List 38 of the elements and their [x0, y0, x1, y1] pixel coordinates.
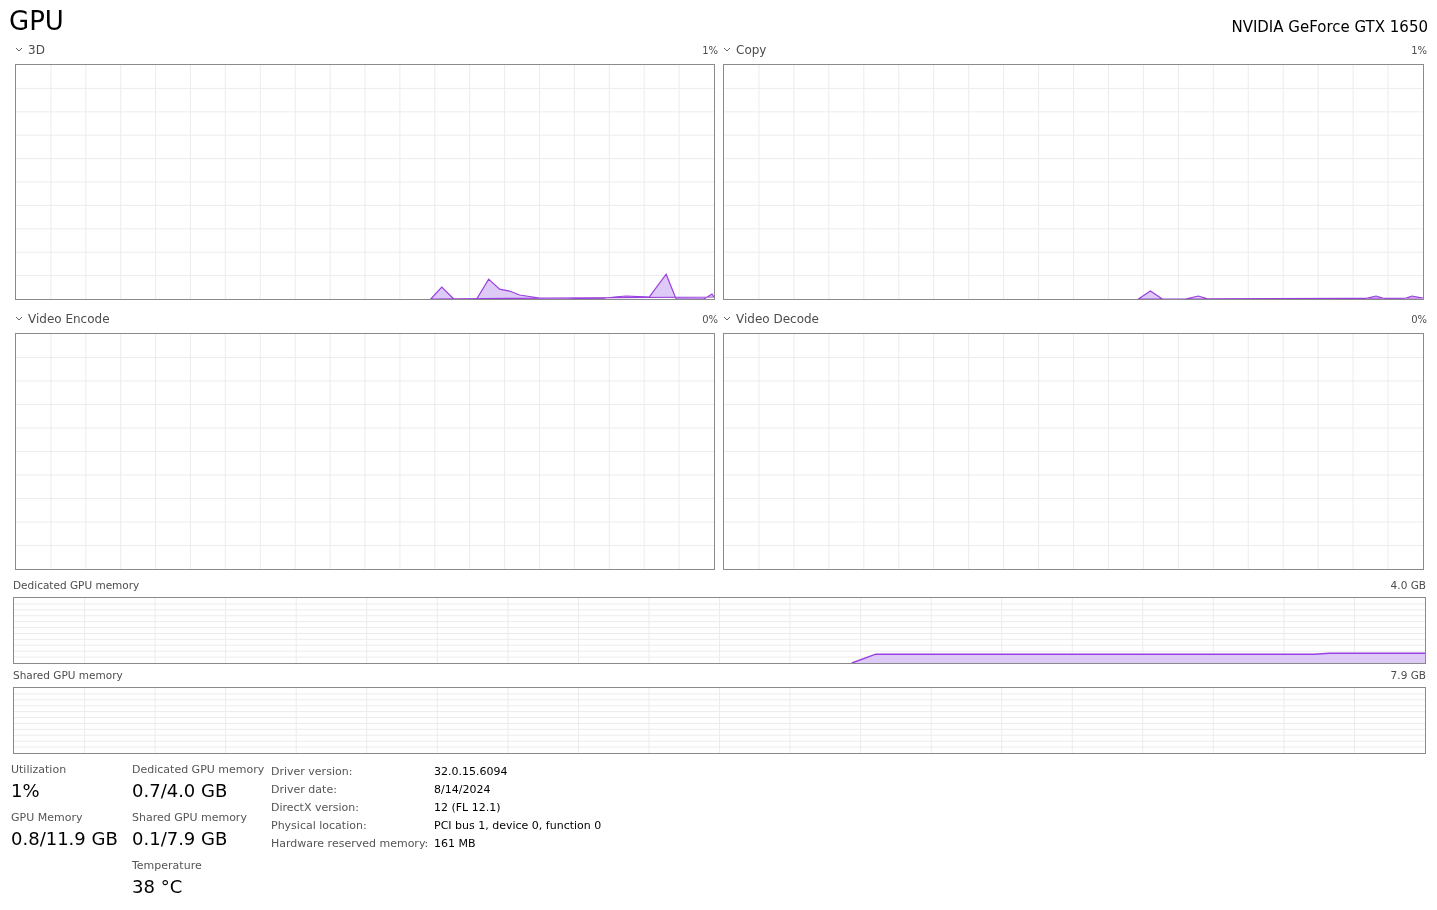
- detail-label: Driver version:: [271, 764, 354, 780]
- chevron-icon[interactable]: [15, 315, 23, 323]
- engine-reading: 0%: [702, 312, 718, 327]
- stat-label: GPU Memory: [11, 811, 84, 825]
- chevron-icon[interactable]: [723, 46, 731, 54]
- engine-label: Video Decode: [736, 311, 819, 328]
- stat-label: Utilization: [11, 763, 68, 777]
- stat-label: Temperature: [132, 859, 203, 873]
- detail-label: DirectX version:: [271, 800, 360, 816]
- engine-label: Copy: [736, 42, 767, 59]
- stat-label: Shared GPU memory: [132, 811, 248, 825]
- detail-label: Driver date:: [271, 782, 338, 798]
- detail-value: PCI bus 1, device 0, function 0: [434, 818, 602, 834]
- engine-reading: 1%: [1411, 43, 1427, 58]
- adapter-name: NVIDIA GeForce GTX 1650: [1231, 17, 1428, 37]
- detail-value: 32.0.15.6094: [434, 764, 509, 780]
- chevron-icon[interactable]: [723, 315, 731, 323]
- memory-graph-label: Dedicated GPU memory: [13, 578, 140, 594]
- engine-label: 3D: [28, 42, 45, 59]
- stat-value: 38 °C: [132, 875, 184, 899]
- stat-value: 0.7/4.0 GB: [132, 779, 229, 803]
- stat-value: 0.1/7.9 GB: [132, 827, 229, 851]
- engine-label: Video Encode: [28, 311, 110, 328]
- detail-label: Physical location:: [271, 818, 368, 834]
- engine-reading: 1%: [702, 43, 718, 58]
- memory-graph-max: 7.9 GB: [1390, 668, 1426, 684]
- chevron-icon[interactable]: [15, 46, 23, 54]
- stat-value: 0.8/11.9 GB: [11, 827, 119, 851]
- memory-graph-max: 4.0 GB: [1390, 578, 1426, 594]
- detail-value: 161 MB: [434, 836, 477, 852]
- detail-value: 8/14/2024: [434, 782, 492, 798]
- detail-value: 12 (FL 12.1): [434, 800, 502, 816]
- detail-label: Hardware reserved memory:: [271, 836, 430, 852]
- engine-reading: 0%: [1411, 312, 1427, 327]
- memory-graph-label: Shared GPU memory: [13, 668, 123, 684]
- stat-label: Dedicated GPU memory: [132, 763, 266, 777]
- stat-value: 1%: [11, 779, 41, 803]
- page-title: GPU: [9, 5, 64, 38]
